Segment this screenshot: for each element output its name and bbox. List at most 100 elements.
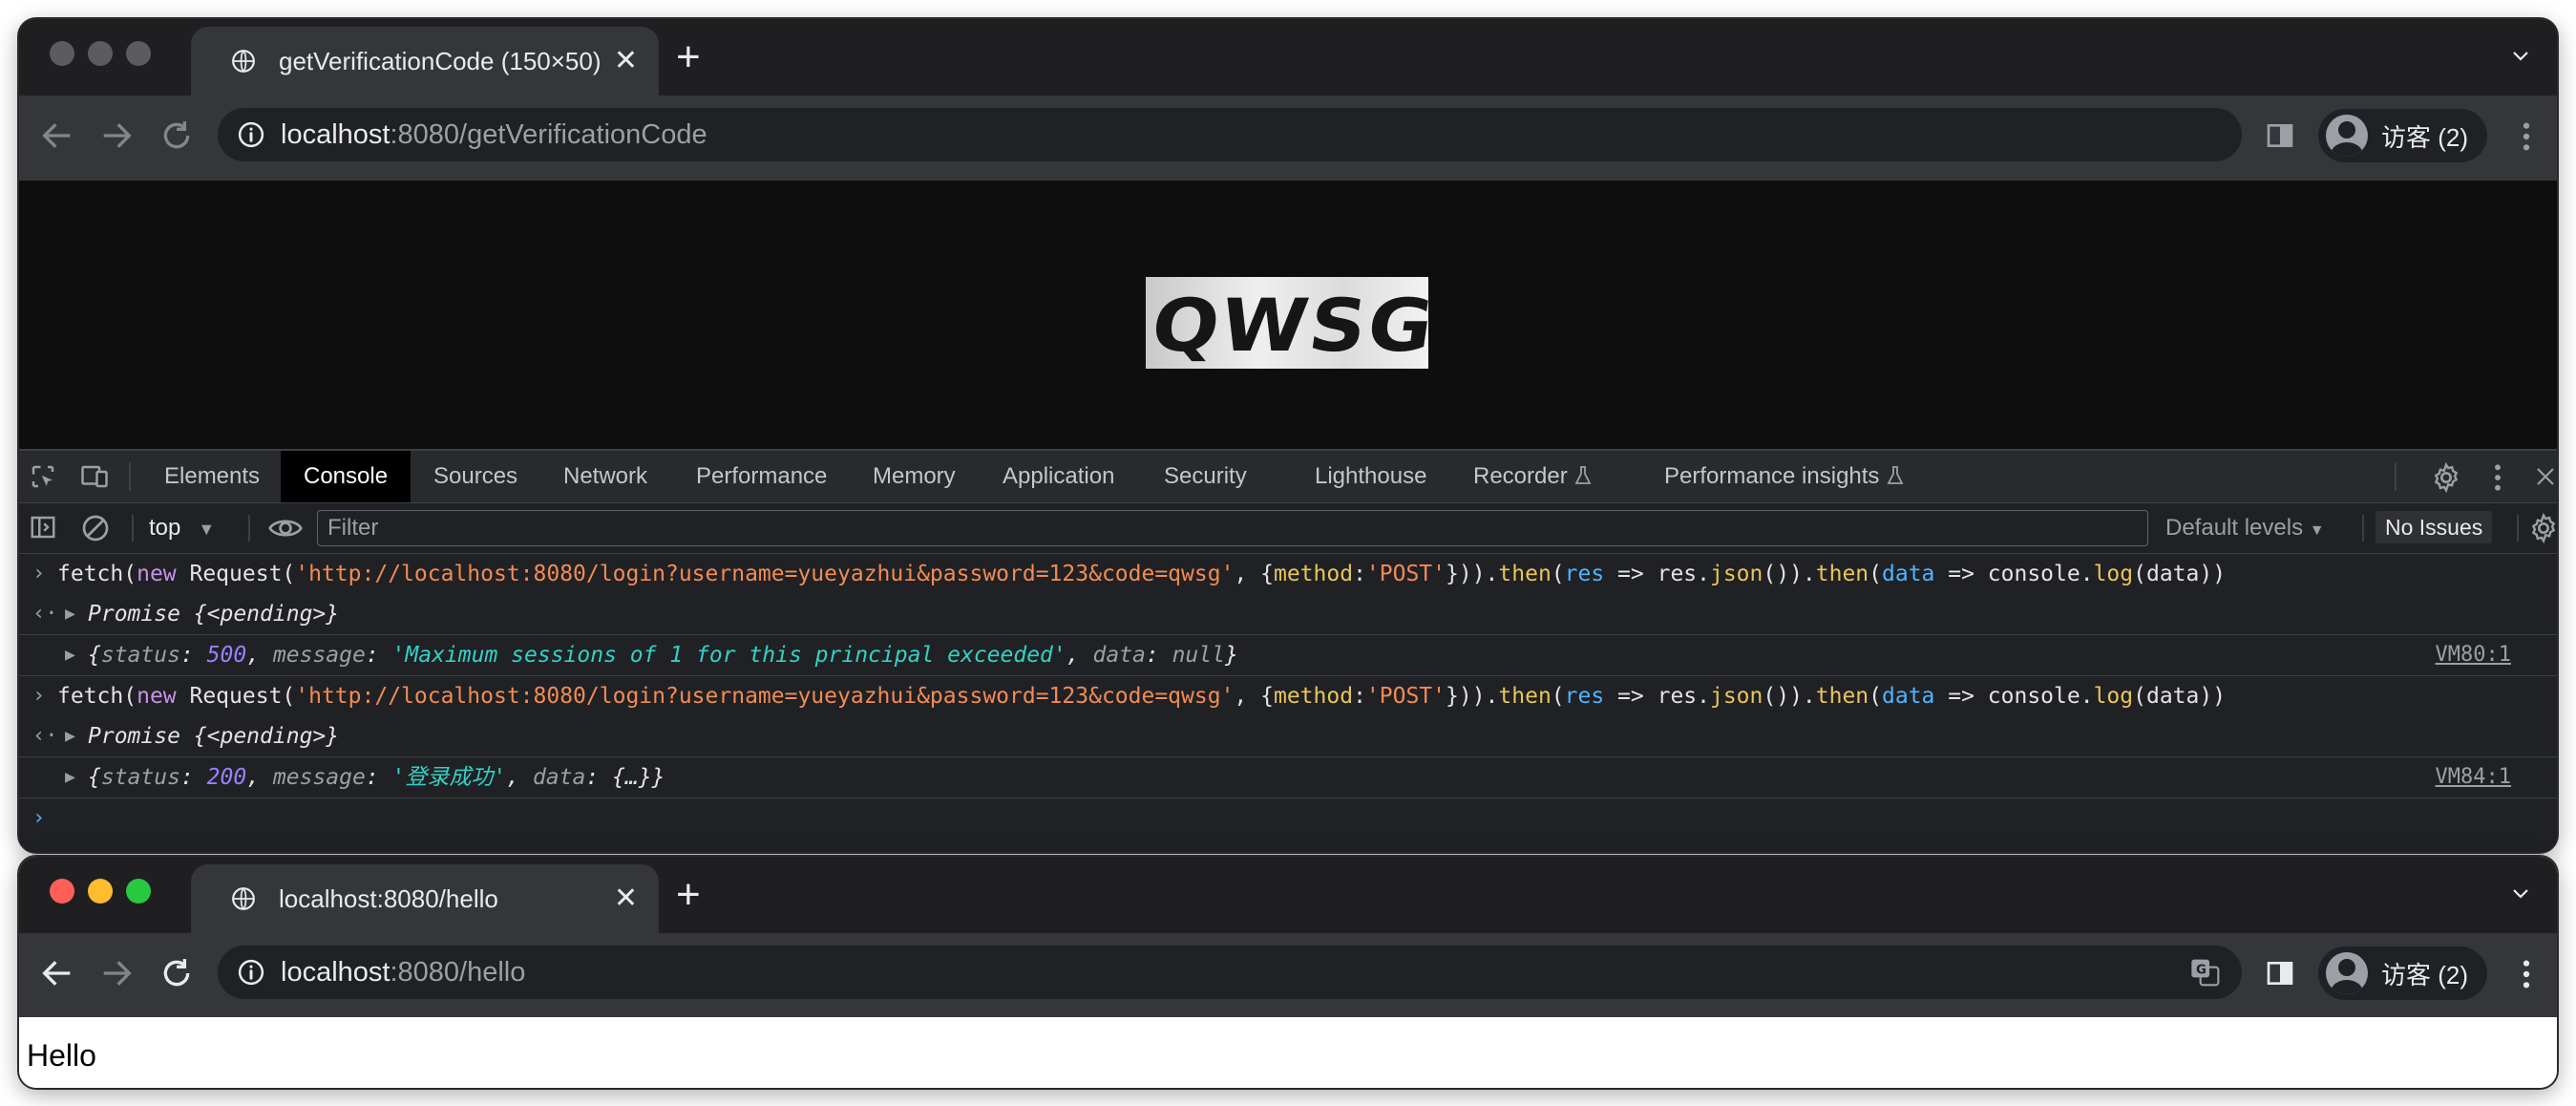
captcha-text: QWSG — [1146, 283, 1428, 368]
page-viewport: Hello — [19, 1019, 2557, 1088]
toolbar-divider — [248, 515, 250, 542]
profile-label: 访客 (2) — [2381, 960, 2469, 989]
url-host: localhost — [281, 956, 391, 988]
tab-lighthouse[interactable]: Lighthouse — [1315, 451, 1426, 502]
back-arrow-icon[interactable] — [38, 954, 76, 992]
new-tab-button[interactable]: + — [676, 874, 701, 916]
forward-arrow-icon[interactable] — [97, 117, 136, 155]
prompt-chevron-icon: › — [32, 806, 46, 830]
browser-toolbar: localhost:8080/hello G 访客 (2) — [19, 933, 2557, 1017]
globe-icon — [232, 887, 255, 910]
more-menu-icon[interactable] — [2521, 958, 2532, 990]
expand-triangle-icon[interactable]: ▶ — [65, 635, 75, 675]
tab-hello[interactable]: localhost:8080/hello ✕ — [191, 864, 659, 933]
console-input-line[interactable]: › fetch(new Request('http://localhost:80… — [19, 676, 2557, 716]
live-expression-eye-icon[interactable] — [267, 514, 304, 542]
console-log-line[interactable]: ▶ {status: 200, message: '登录成功', data: {… — [19, 757, 2557, 798]
dropdown-arrow-icon: ▼ — [198, 520, 216, 539]
flask-icon — [1887, 466, 1904, 484]
info-icon[interactable] — [237, 120, 265, 149]
browser-window-verification: getVerificationCode (150×50) ✕ + localho… — [19, 19, 2557, 852]
more-menu-icon[interactable] — [2521, 120, 2532, 153]
profile-button[interactable]: 访客 (2) — [2318, 109, 2488, 162]
browser-window-hello: localhost:8080/hello ✕ + localhost:8080/… — [19, 857, 2557, 1088]
console-settings-gear-icon[interactable] — [2528, 513, 2557, 543]
toolbar-divider — [129, 462, 131, 491]
close-window-button[interactable] — [50, 41, 74, 66]
back-arrow-icon[interactable] — [38, 117, 76, 155]
issues-button[interactable]: No Issues — [2375, 511, 2493, 543]
close-window-button[interactable] — [50, 879, 74, 904]
console-toolbar: top ▼ Default levels ▼ No Issues — [19, 503, 2557, 554]
address-bar[interactable]: localhost:8080/getVerificationCode — [218, 108, 2242, 161]
minimize-window-button[interactable] — [88, 41, 113, 66]
page-text: Hello — [27, 1038, 96, 1073]
reload-icon[interactable] — [158, 954, 196, 992]
tab-security[interactable]: Security — [1164, 451, 1247, 502]
expand-triangle-icon[interactable]: ▶ — [65, 716, 75, 756]
console-return-line[interactable]: ‹· ▶ Promise {<pending>} — [19, 594, 2557, 635]
info-icon[interactable] — [237, 958, 265, 987]
context-label: top — [149, 515, 181, 541]
tab-performance-insights[interactable]: Performance insights — [1664, 451, 1905, 502]
captcha-image: QWSG — [1146, 277, 1428, 369]
new-tab-button[interactable]: + — [676, 36, 701, 78]
avatar-icon — [2326, 952, 2368, 994]
side-panel-icon[interactable] — [2265, 958, 2295, 989]
close-devtools-icon[interactable] — [2534, 465, 2557, 488]
source-link[interactable]: VM80:1 — [2436, 635, 2511, 675]
tab-sources[interactable]: Sources — [433, 451, 517, 502]
clear-console-icon[interactable] — [80, 513, 111, 543]
log-levels-label: Default levels — [2165, 515, 2304, 541]
zoom-window-button[interactable] — [126, 41, 151, 66]
context-selector[interactable]: top ▼ — [149, 503, 215, 553]
log-levels-dropdown[interactable]: Default levels ▼ — [2165, 503, 2325, 553]
devtools-more-icon[interactable] — [2492, 462, 2503, 493]
log-object-text: {status: 500, message: 'Maximum sessions… — [88, 643, 1238, 668]
return-arrow-icon: ‹· — [32, 724, 58, 748]
tab-application[interactable]: Application — [1003, 451, 1114, 502]
tab-get-verification-code[interactable]: getVerificationCode (150×50) ✕ — [191, 27, 659, 96]
return-arrow-icon: ‹· — [32, 602, 58, 626]
close-tab-icon[interactable]: ✕ — [614, 884, 638, 913]
tab-memory[interactable]: Memory — [873, 451, 956, 502]
tab-console[interactable]: Console — [281, 451, 412, 502]
device-toolbar-icon[interactable] — [80, 462, 109, 491]
profile-button[interactable]: 访客 (2) — [2318, 946, 2488, 1000]
zoom-window-button[interactable] — [126, 879, 151, 904]
input-chevron-icon: › — [32, 562, 46, 585]
traffic-lights — [50, 879, 151, 904]
reload-icon[interactable] — [158, 117, 196, 155]
sidebar-toggle-icon[interactable] — [29, 513, 57, 542]
console-output: › fetch(new Request('http://localhost:80… — [19, 554, 2557, 839]
page-viewport: QWSG — [19, 180, 2557, 450]
filter-field[interactable] — [317, 510, 2148, 546]
browser-toolbar: localhost:8080/getVerificationCode 访客 (2… — [19, 96, 2557, 180]
side-panel-icon[interactable] — [2265, 120, 2295, 151]
input-chevron-icon: › — [32, 684, 46, 708]
url-path: :8080/hello — [390, 956, 526, 988]
expand-triangle-icon[interactable]: ▶ — [65, 594, 75, 634]
address-bar[interactable]: localhost:8080/hello G — [218, 946, 2242, 999]
source-link[interactable]: VM84:1 — [2436, 757, 2511, 798]
tab-performance[interactable]: Performance — [696, 451, 827, 502]
tab-elements[interactable]: Elements — [164, 451, 260, 502]
filter-input[interactable] — [318, 511, 2147, 545]
forward-arrow-icon[interactable] — [97, 954, 136, 992]
minimize-window-button[interactable] — [88, 879, 113, 904]
tab-network[interactable]: Network — [563, 451, 647, 502]
expand-triangle-icon[interactable]: ▶ — [65, 757, 75, 798]
inspect-element-icon[interactable] — [29, 462, 57, 491]
toolbar-divider — [2517, 515, 2519, 542]
tab-recorder[interactable]: Recorder — [1473, 451, 1593, 502]
settings-gear-icon[interactable] — [2431, 462, 2461, 493]
close-tab-icon[interactable]: ✕ — [614, 47, 638, 75]
tab-strip: localhost:8080/hello ✕ + — [19, 857, 2557, 933]
console-return-line[interactable]: ‹· ▶ Promise {<pending>} — [19, 716, 2557, 757]
console-log-line[interactable]: ▶ {status: 500, message: 'Maximum sessio… — [19, 635, 2557, 676]
console-input-line[interactable]: › fetch(new Request('http://localhost:80… — [19, 554, 2557, 594]
translate-icon[interactable]: G — [2190, 958, 2221, 987]
console-prompt[interactable]: › — [19, 798, 2557, 839]
chevron-down-icon[interactable] — [2509, 882, 2532, 904]
chevron-down-icon[interactable] — [2509, 44, 2532, 67]
